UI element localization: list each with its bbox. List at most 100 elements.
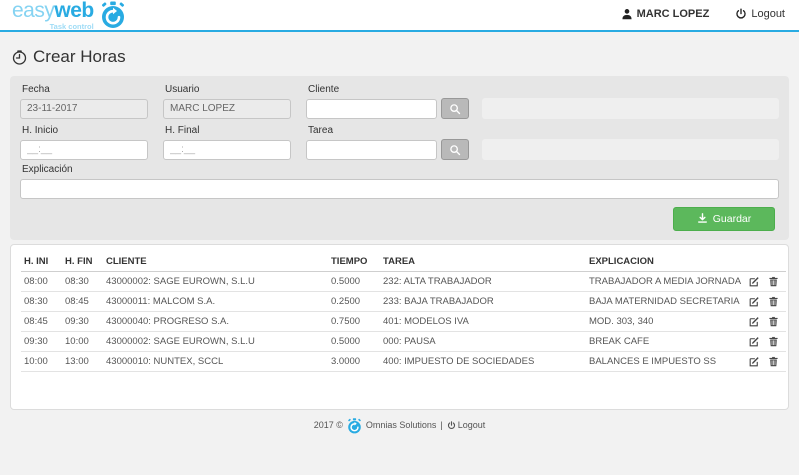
cell-h_ini: 08:00	[21, 271, 62, 291]
table-row: 09:3010:0043000002: SAGE EUROWN, S.L.U0.…	[21, 331, 786, 351]
cell-actions	[746, 291, 786, 311]
cell-tarea: 400: IMPUESTO DE SOCIEDADES	[380, 351, 586, 371]
col-actions	[746, 252, 786, 272]
header-logout-label: Logout	[751, 8, 785, 20]
cell-cliente: 43000040: PROGRESO S.A.	[103, 311, 328, 331]
cell-h_fin: 09:30	[62, 311, 103, 331]
power-icon	[735, 8, 747, 20]
hours-table-card: H. INI H. FIN CLIENTE TIEMPO TAREA EXPLI…	[10, 244, 789, 410]
cell-explicacion: BREAK CAFE	[586, 331, 746, 351]
delete-icon[interactable]	[768, 356, 779, 367]
explicacion-label: Explicación	[20, 162, 779, 178]
cell-h_fin: 13:00	[62, 351, 103, 371]
cell-cliente: 43000010: NUNTEX, SCCL	[103, 351, 328, 371]
cell-h_ini: 10:00	[21, 351, 62, 371]
col-cliente: CLIENTE	[103, 252, 328, 272]
delete-icon[interactable]	[768, 276, 779, 287]
field-h-final: H. Final	[163, 123, 291, 160]
field-cliente: Cliente	[306, 82, 779, 119]
field-fecha: Fecha	[20, 82, 148, 119]
cell-explicacion: BAJA MATERNIDAD SECRETARIA	[586, 291, 746, 311]
footer-logout-label: Logout	[458, 420, 486, 430]
cell-cliente: 43000002: SAGE EUROWN, S.L.U	[103, 271, 328, 291]
usuario-input	[163, 99, 291, 119]
cell-explicacion: TRABAJADOR A MEDIA JORNADA	[586, 271, 746, 291]
cell-tiempo: 0.2500	[328, 291, 380, 311]
fecha-label: Fecha	[20, 82, 148, 98]
save-icon	[697, 213, 708, 224]
h-final-label: H. Final	[163, 123, 291, 139]
h-inicio-label: H. Inicio	[20, 123, 148, 139]
cell-tiempo: 0.7500	[328, 311, 380, 331]
cell-h_ini: 08:30	[21, 291, 62, 311]
cell-h_fin: 08:45	[62, 291, 103, 311]
cell-cliente: 43000011: MALCOM S.A.	[103, 291, 328, 311]
cell-h_fin: 08:30	[62, 271, 103, 291]
cell-actions	[746, 311, 786, 331]
footer-company: Omnias Solutions	[366, 420, 437, 430]
col-h-ini: H. INI	[21, 252, 62, 272]
cell-tiempo: 3.0000	[328, 351, 380, 371]
delete-icon[interactable]	[768, 296, 779, 307]
edit-icon[interactable]	[749, 276, 760, 287]
cell-tiempo: 0.5000	[328, 331, 380, 351]
col-tarea: TAREA	[380, 252, 586, 272]
col-h-fin: H. FIN	[62, 252, 103, 272]
cliente-search-button[interactable]	[441, 98, 469, 119]
usuario-label: Usuario	[163, 82, 291, 98]
table-row: 08:0008:3043000002: SAGE EUROWN, S.L.U0.…	[21, 271, 786, 291]
delete-icon[interactable]	[768, 336, 779, 347]
cell-tarea: 000: PAUSA	[380, 331, 586, 351]
table-row: 10:0013:0043000010: NUNTEX, SCCL3.000040…	[21, 351, 786, 371]
hours-table: H. INI H. FIN CLIENTE TIEMPO TAREA EXPLI…	[21, 252, 786, 372]
power-icon	[447, 421, 456, 430]
cell-h_ini: 09:30	[21, 331, 62, 351]
field-usuario: Usuario	[163, 82, 291, 119]
footer-year: 2017 ©	[314, 420, 343, 430]
field-h-inicio: H. Inicio	[20, 123, 148, 160]
edit-icon[interactable]	[749, 316, 760, 327]
user-icon	[621, 8, 633, 20]
tarea-search-button[interactable]	[441, 139, 469, 160]
h-inicio-input[interactable]	[20, 140, 148, 160]
cell-explicacion: BALANCES E IMPUESTO SS	[586, 351, 746, 371]
table-row: 08:3008:4543000011: MALCOM S.A.0.2500233…	[21, 291, 786, 311]
cliente-input[interactable]	[306, 99, 437, 119]
header-logout-button[interactable]: Logout	[735, 8, 785, 20]
stopwatch-logo-icon	[347, 418, 362, 433]
edit-icon[interactable]	[749, 296, 760, 307]
cell-actions	[746, 351, 786, 371]
page-title: Crear Horas	[33, 47, 126, 67]
cell-actions	[746, 331, 786, 351]
col-tiempo: TIEMPO	[328, 252, 380, 272]
header-user[interactable]: MARC LOPEZ	[621, 8, 710, 20]
header-right: MARC LOPEZ Logout	[621, 8, 785, 20]
fecha-input	[20, 99, 148, 119]
cell-tarea: 233: BAJA TRABAJADOR	[380, 291, 586, 311]
cell-h_fin: 10:00	[62, 331, 103, 351]
footer-separator: |	[440, 420, 442, 430]
table-header-row: H. INI H. FIN CLIENTE TIEMPO TAREA EXPLI…	[21, 252, 786, 272]
app-logo[interactable]: easyweb Task control	[12, 0, 126, 28]
stopwatch-logo-icon	[100, 1, 126, 27]
logo-easy: easy	[12, 0, 54, 22]
cell-cliente: 43000002: SAGE EUROWN, S.L.U	[103, 331, 328, 351]
title-bar: Crear Horas	[0, 32, 799, 76]
tarea-input[interactable]	[306, 140, 437, 160]
h-final-input[interactable]	[163, 140, 291, 160]
explicacion-input[interactable]	[20, 179, 779, 199]
app-footer: 2017 © Omnias Solutions | Logout	[0, 418, 799, 433]
save-button[interactable]: Guardar	[673, 207, 775, 231]
edit-icon[interactable]	[749, 356, 760, 367]
cell-explicacion: MOD. 303, 340	[586, 311, 746, 331]
delete-icon[interactable]	[768, 316, 779, 327]
header-user-name: MARC LOPEZ	[637, 8, 710, 20]
field-tarea: Tarea	[306, 123, 779, 160]
search-icon	[449, 103, 461, 115]
clock-icon	[12, 50, 27, 65]
cliente-label: Cliente	[306, 82, 779, 98]
app-header: easyweb Task control MARC LOPEZ	[0, 0, 799, 32]
footer-logout-button[interactable]: Logout	[447, 420, 486, 430]
tarea-label: Tarea	[306, 123, 779, 139]
edit-icon[interactable]	[749, 336, 760, 347]
